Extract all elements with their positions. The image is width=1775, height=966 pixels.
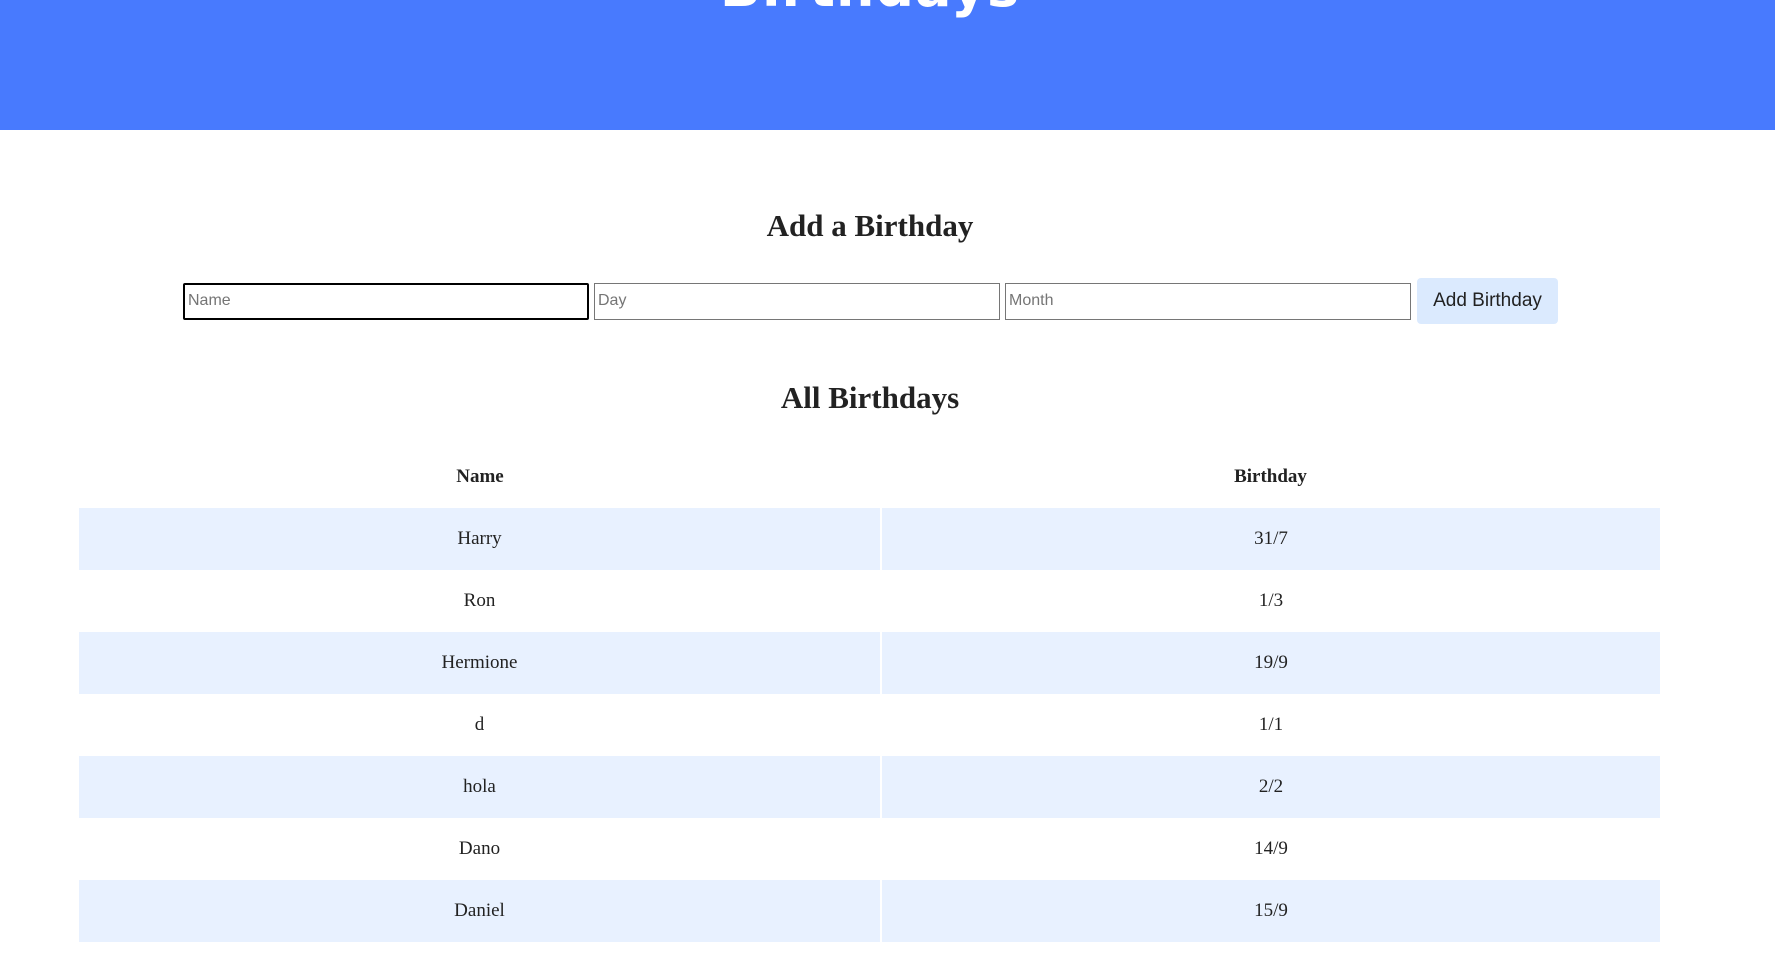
table-row: Harry 31/7 (79, 508, 1660, 570)
row-name-cell: Hermione (79, 632, 882, 694)
table-row: Daniel 15/9 (79, 880, 1660, 942)
page-title: Birthdays (0, 0, 1740, 19)
column-header-name: Name (456, 466, 504, 487)
column-header-birthday: Birthday (1234, 466, 1307, 487)
row-name-cell: hola (79, 756, 882, 818)
row-name-cell: Ron (79, 570, 882, 632)
add-birthday-heading: Add a Birthday (766, 208, 974, 243)
table-row: d 1/1 (79, 694, 1660, 756)
page-header: Birthdays (0, 0, 1775, 130)
row-birthday-cell: 1/1 (1258, 714, 1284, 735)
table-header-row: Name Birthday (79, 446, 1660, 508)
row-name-cell: Harry (79, 508, 882, 570)
birthdays-table: Name Birthday Harry 31/7 Ron 1/3 Hermion… (79, 446, 1660, 942)
row-birthday-cell: 2/2 (881, 756, 1660, 818)
row-birthday-cell: 14/9 (1254, 838, 1288, 859)
row-name-cell: Dano (79, 818, 882, 880)
add-birthday-form: Add Birthday (183, 278, 1558, 324)
table-row: hola 2/2 (79, 756, 1660, 818)
name-input[interactable] (183, 282, 589, 320)
row-birthday-cell: 19/9 (881, 632, 1660, 694)
table-row: Dano 14/9 (79, 818, 1660, 880)
row-birthday-cell: 1/3 (1258, 590, 1284, 611)
row-name-cell: Daniel (79, 880, 882, 942)
all-birthdays-heading: All Birthdays (780, 380, 960, 415)
add-birthday-button[interactable]: Add Birthday (1417, 278, 1558, 324)
table-row: Ron 1/3 (79, 570, 1660, 632)
row-birthday-cell: 31/7 (881, 508, 1660, 570)
month-input[interactable] (1005, 282, 1411, 320)
day-input[interactable] (594, 282, 1000, 320)
row-birthday-cell: 15/9 (881, 880, 1660, 942)
table-row: Hermione 19/9 (79, 632, 1660, 694)
row-name-cell: d (79, 694, 882, 756)
